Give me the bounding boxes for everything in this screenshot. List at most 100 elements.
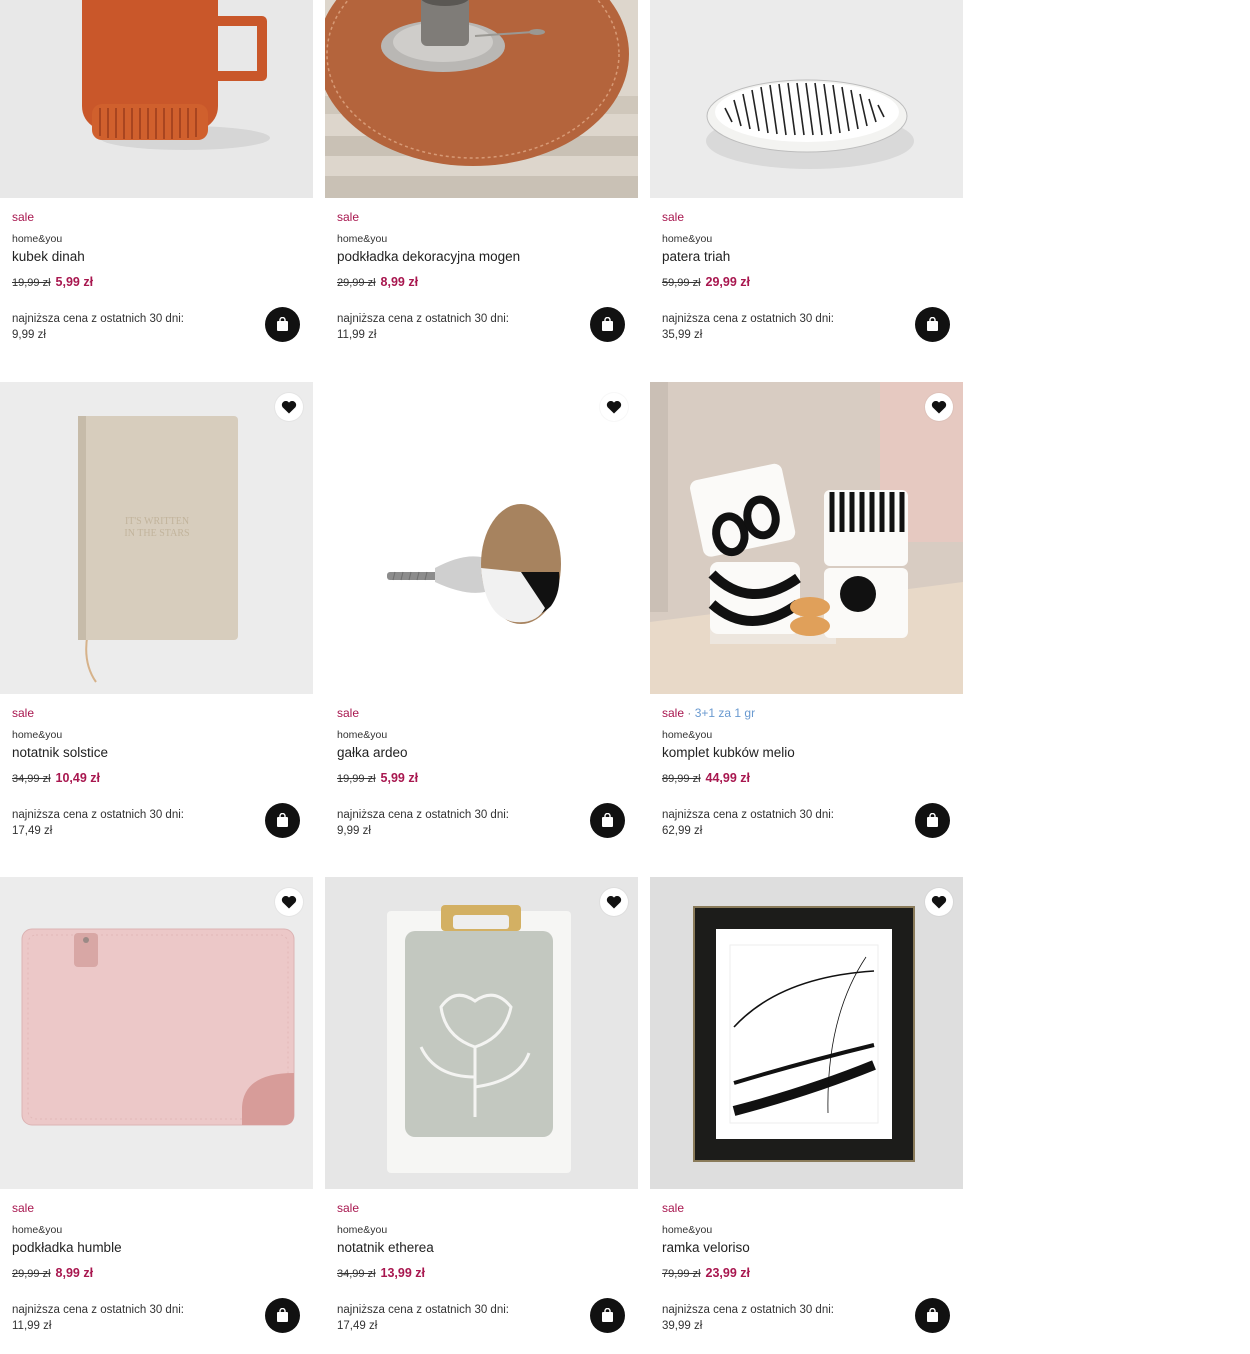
add-to-cart-button[interactable]	[915, 307, 950, 342]
wishlist-button[interactable]	[275, 888, 303, 916]
badges: sale	[337, 210, 359, 224]
heart-icon	[281, 895, 297, 909]
product-image[interactable]	[650, 0, 963, 198]
lowest-price-note: najniższa cena z ostatnich 30 dni: 11,99 …	[337, 311, 509, 343]
shopping-bag-icon	[277, 1308, 288, 1322]
old-price: 89,99 zł	[662, 773, 701, 785]
product-card: sale home&you gałka ardeo 19,99 zł 5,99 z…	[325, 382, 638, 838]
product-name[interactable]: gałka ardeo	[337, 745, 408, 760]
lowest-price-note: najniższa cena z ostatnich 30 dni: 11,99 …	[12, 1302, 184, 1334]
promo-badge: 3+1 za 1 gr	[694, 706, 756, 720]
shopping-bag-icon	[602, 813, 613, 827]
wishlist-button[interactable]	[925, 393, 953, 421]
sale-price: 13,99 zł	[380, 1266, 426, 1280]
sale-price: 8,99 zł	[380, 275, 419, 289]
product-brand: home&you	[337, 233, 388, 245]
shopping-bag-icon	[602, 317, 613, 331]
shopping-bag-icon	[927, 1308, 938, 1322]
product-image[interactable]	[650, 382, 963, 694]
add-to-cart-button[interactable]	[265, 803, 300, 838]
old-price: 34,99 zł	[337, 1268, 376, 1280]
product-name[interactable]: notatnik solstice	[12, 745, 108, 760]
sale-price: 44,99 zł	[705, 771, 751, 785]
product-card: sale home&you patera triah 59,99 zł 29,99…	[650, 0, 963, 342]
lowest-price-label: najniższa cena z ostatnich 30 dni:	[12, 1304, 184, 1316]
sale-price: 23,99 zł	[705, 1266, 751, 1280]
product-image[interactable]	[325, 382, 638, 694]
product-name[interactable]: patera triah	[662, 249, 730, 264]
wishlist-button[interactable]	[600, 393, 628, 421]
lowest-price-note: najniższa cena z ostatnich 30 dni: 9,99 z…	[337, 807, 509, 839]
old-price: 29,99 zł	[337, 277, 376, 289]
lowest-price-value: 35,99 zł	[662, 329, 703, 341]
wishlist-button[interactable]	[925, 888, 953, 916]
lowest-price-label: najniższa cena z ostatnich 30 dni:	[12, 313, 184, 325]
product-card: sale home&you notatnik etherea 34,99 zł 1…	[325, 877, 638, 1333]
sale-badge: sale	[337, 1201, 360, 1215]
lowest-price-value: 39,99 zł	[662, 1320, 703, 1332]
heart-icon	[606, 895, 622, 909]
product-image[interactable]	[0, 0, 313, 198]
product-prices: 89,99 zł 44,99 zł	[662, 771, 750, 785]
add-to-cart-button[interactable]	[590, 1298, 625, 1333]
sale-badge: sale	[12, 706, 35, 720]
lowest-price-value: 17,49 zł	[337, 1320, 378, 1332]
add-to-cart-button[interactable]	[590, 803, 625, 838]
sale-price: 10,49 zł	[55, 771, 101, 785]
product-prices: 79,99 zł 23,99 zł	[662, 1266, 750, 1280]
product-name[interactable]: kubek dinah	[12, 249, 85, 264]
add-to-cart-button[interactable]	[265, 1298, 300, 1333]
heart-icon	[931, 400, 947, 414]
add-to-cart-button[interactable]	[915, 803, 950, 838]
badges: sale	[12, 1201, 34, 1215]
lowest-price-note: najniższa cena z ostatnich 30 dni: 17,49 …	[12, 807, 184, 839]
product-image[interactable]	[325, 0, 638, 198]
sale-badge: sale	[662, 1201, 685, 1215]
add-to-cart-button[interactable]	[265, 307, 300, 342]
sale-price: 29,99 zł	[705, 275, 751, 289]
product-image[interactable]: IT'S WRITTEN IN THE STARS	[0, 382, 313, 694]
product-brand: home&you	[337, 729, 388, 741]
product-image[interactable]	[650, 877, 963, 1189]
product-name[interactable]: komplet kubków melio	[662, 745, 795, 760]
sale-price: 5,99 zł	[380, 771, 419, 785]
old-price: 79,99 zł	[662, 1268, 701, 1280]
badges: sale	[12, 706, 34, 720]
product-name[interactable]: ramka veloriso	[662, 1240, 750, 1255]
old-price: 34,99 zł	[12, 773, 51, 785]
product-image[interactable]	[325, 877, 638, 1189]
product-name[interactable]: notatnik etherea	[337, 1240, 434, 1255]
product-name[interactable]: podkładka dekoracyjna mogen	[337, 249, 520, 264]
lowest-price-value: 9,99 zł	[12, 329, 46, 341]
product-prices: 19,99 zł 5,99 zł	[12, 275, 93, 289]
lowest-price-label: najniższa cena z ostatnich 30 dni:	[662, 809, 834, 821]
product-card: IT'S WRITTEN IN THE STARS sale home&you …	[0, 382, 313, 838]
sale-badge: sale	[337, 706, 360, 720]
product-name[interactable]: podkładka humble	[12, 1240, 122, 1255]
wishlist-button[interactable]	[600, 888, 628, 916]
shopping-bag-icon	[602, 1308, 613, 1322]
lowest-price-value: 9,99 zł	[337, 825, 371, 837]
badges: sale	[337, 1201, 359, 1215]
product-prices: 34,99 zł 13,99 zł	[337, 1266, 425, 1280]
old-price: 19,99 zł	[337, 773, 376, 785]
lowest-price-note: najniższa cena z ostatnich 30 dni: 35,99 …	[662, 311, 834, 343]
lowest-price-label: najniższa cena z ostatnich 30 dni:	[662, 1304, 834, 1316]
sale-badge: sale	[12, 1201, 35, 1215]
add-to-cart-button[interactable]	[915, 1298, 950, 1333]
lowest-price-label: najniższa cena z ostatnich 30 dni:	[337, 1304, 509, 1316]
product-card: sale home&you ramka veloriso 79,99 zł 23,…	[650, 877, 963, 1333]
wishlist-button[interactable]	[275, 393, 303, 421]
old-price: 29,99 zł	[12, 1268, 51, 1280]
shopping-bag-icon	[277, 813, 288, 827]
product-image[interactable]	[0, 877, 313, 1189]
product-brand: home&you	[12, 233, 63, 245]
lowest-price-value: 11,99 zł	[12, 1320, 52, 1332]
shopping-bag-icon	[277, 317, 288, 331]
product-prices: 29,99 zł 8,99 zł	[12, 1266, 93, 1280]
add-to-cart-button[interactable]	[590, 307, 625, 342]
svg-text:IT'S WRITTEN: IT'S WRITTEN	[125, 516, 189, 527]
heart-icon	[281, 400, 297, 414]
old-price: 19,99 zł	[12, 277, 51, 289]
shopping-bag-icon	[927, 813, 938, 827]
